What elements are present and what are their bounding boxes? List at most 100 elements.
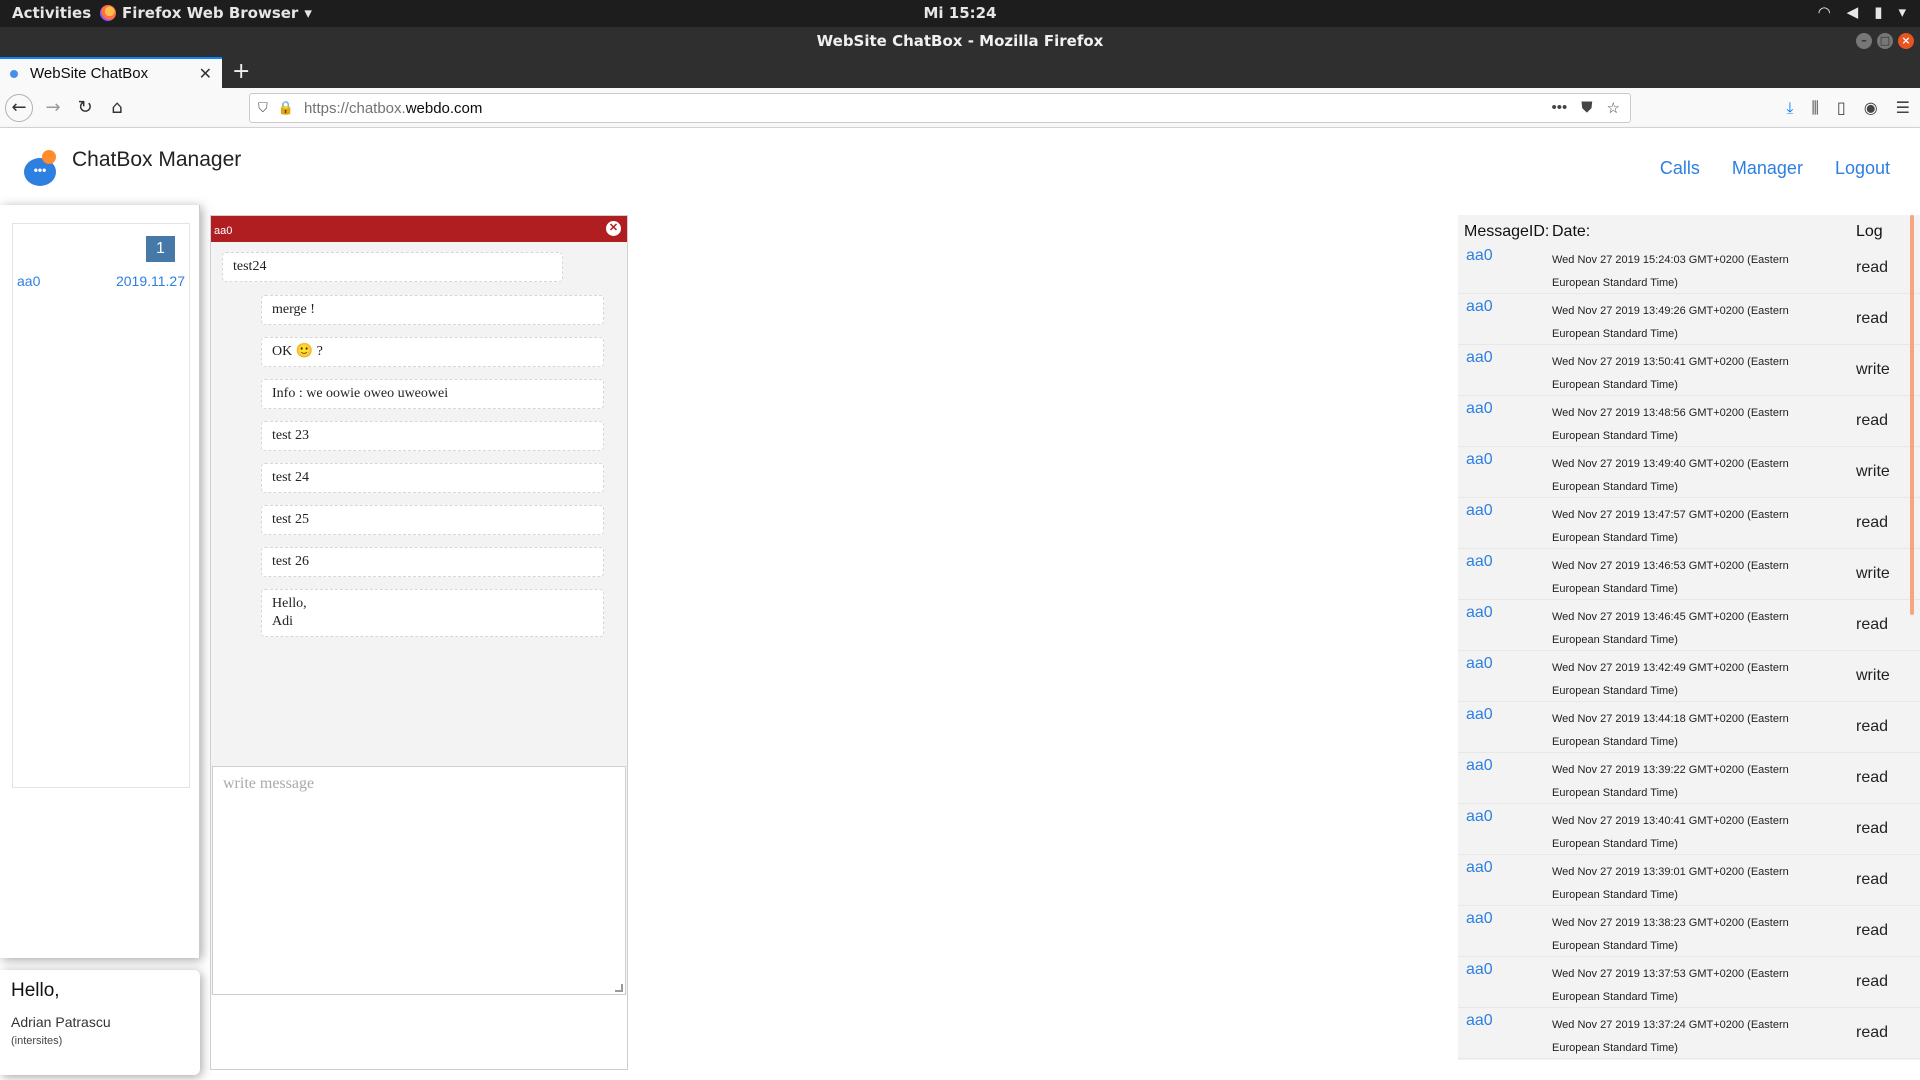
url-bar[interactable]: ⛉ 🔒 https://chatbox.webdo.com ••• ⛊ ☆: [249, 93, 1631, 123]
table-row[interactable]: aa0 Wed Nov 27 2019 13:44:18 GMT+0200 (Ea…: [1458, 702, 1920, 753]
log-type: read: [1856, 259, 1889, 276]
message-date: Wed Nov 27 2019 13:37:53 GMT+0200 (Easte…: [1552, 968, 1789, 1003]
user-greeting: Hello,: [11, 980, 60, 1001]
log-header-row: MessageID: Date: Log: [1458, 215, 1920, 245]
table-row[interactable]: aa0 Wed Nov 27 2019 13:50:41 GMT+0200 (Ea…: [1458, 345, 1920, 396]
table-row[interactable]: aa0 Wed Nov 27 2019 13:40:41 GMT+0200 (Ea…: [1458, 804, 1920, 855]
table-row[interactable]: aa0 Wed Nov 27 2019 13:42:49 GMT+0200 (Ea…: [1458, 651, 1920, 702]
message-id-link[interactable]: aa0: [1466, 451, 1493, 469]
log-type: read: [1856, 616, 1889, 633]
chat-footer: [211, 995, 627, 1069]
message-bubble: test 23: [261, 421, 604, 451]
app-header: ••• ChatBox Manager Calls Manager Logout: [0, 128, 1920, 205]
table-row[interactable]: aa0 Wed Nov 27 2019 13:38:23 GMT+0200 (Ea…: [1458, 906, 1920, 957]
log-type: read: [1856, 973, 1889, 990]
close-icon[interactable]: ✕: [606, 221, 621, 236]
message-id-link[interactable]: aa0: [1466, 910, 1493, 928]
browser-tab[interactable]: WebSite ChatBox ✕: [0, 57, 222, 88]
message-id-link[interactable]: aa0: [1466, 247, 1493, 265]
message-id-link[interactable]: aa0: [1466, 298, 1493, 316]
bookmark-star-icon[interactable]: ☆: [1607, 99, 1620, 117]
contacts-list: 1 aa0 2019.11.27: [12, 223, 190, 788]
message-date: Wed Nov 27 2019 13:39:01 GMT+0200 (Easte…: [1552, 866, 1789, 901]
log-type: read: [1856, 871, 1889, 888]
table-row[interactable]: aa0 Wed Nov 27 2019 13:37:24 GMT+0200 (Ea…: [1458, 1008, 1920, 1059]
message-date: Wed Nov 27 2019 15:24:03 GMT+0200 (Easte…: [1552, 254, 1789, 289]
url-text[interactable]: https://chatbox.webdo.com: [304, 100, 1552, 117]
message-id-link[interactable]: aa0: [1466, 1012, 1493, 1030]
lock-icon[interactable]: 🔒: [278, 100, 294, 116]
close-window-button[interactable]: ×: [1898, 33, 1914, 49]
message-input[interactable]: write message: [212, 766, 626, 995]
message-id-link[interactable]: aa0: [1466, 757, 1493, 775]
log-type: read: [1856, 718, 1889, 735]
table-row[interactable]: aa0 Wed Nov 27 2019 13:46:45 GMT+0200 (Ea…: [1458, 600, 1920, 651]
table-row[interactable]: aa0 Wed Nov 27 2019 13:39:01 GMT+0200 (Ea…: [1458, 855, 1920, 906]
home-icon[interactable]: ⌂: [103, 94, 131, 122]
contact-item[interactable]: aa0 2019.11.27: [17, 273, 185, 289]
system-tray[interactable]: ◠ ◀ ▮ ▾: [1818, 3, 1906, 21]
message-id-link[interactable]: aa0: [1466, 349, 1493, 367]
pocket-icon[interactable]: ⛊: [1581, 99, 1592, 117]
page-actions-icon[interactable]: •••: [1552, 99, 1568, 117]
message-date: Wed Nov 27 2019 13:50:41 GMT+0200 (Easte…: [1552, 356, 1789, 391]
scrollbar[interactable]: [1910, 215, 1914, 615]
table-row[interactable]: aa0 Wed Nov 27 2019 13:46:53 GMT+0200 (Ea…: [1458, 549, 1920, 600]
main-content: 1 aa0 2019.11.27 Hello, Adrian Patrascu …: [0, 205, 1920, 1080]
table-row[interactable]: aa0 Wed Nov 27 2019 13:47:57 GMT+0200 (Ea…: [1458, 498, 1920, 549]
new-tab-button[interactable]: +: [232, 59, 250, 84]
message-bubble: Info : we oowie oweo uweowei: [261, 379, 604, 409]
message-bubble: test 24: [261, 463, 604, 493]
message-id-link[interactable]: aa0: [1466, 604, 1493, 622]
reload-icon[interactable]: ↻: [71, 94, 99, 122]
table-row[interactable]: aa0 Wed Nov 27 2019 13:49:26 GMT+0200 (Ea…: [1458, 294, 1920, 345]
minimize-button[interactable]: –: [1856, 33, 1872, 49]
system-clock[interactable]: Mi 15:24: [0, 4, 1920, 22]
message-id-link[interactable]: aa0: [1466, 961, 1493, 979]
message-date: Wed Nov 27 2019 13:44:18 GMT+0200 (Easte…: [1552, 713, 1789, 748]
table-row[interactable]: aa0 Wed Nov 27 2019 13:39:22 GMT+0200 (Ea…: [1458, 753, 1920, 804]
library-icon[interactable]: ⫼: [1812, 98, 1819, 118]
message-date: Wed Nov 27 2019 13:46:45 GMT+0200 (Easte…: [1552, 611, 1789, 646]
forward-icon[interactable]: →: [39, 94, 67, 122]
contact-name: aa0: [17, 273, 41, 289]
close-tab-icon[interactable]: ✕: [199, 64, 212, 84]
nav-calls-link[interactable]: Calls: [1660, 158, 1700, 179]
table-row[interactable]: aa0 Wed Nov 27 2019 13:48:56 GMT+0200 (Ea…: [1458, 396, 1920, 447]
table-row[interactable]: aa0 Wed Nov 27 2019 13:49:40 GMT+0200 (Ea…: [1458, 447, 1920, 498]
nav-logout-link[interactable]: Logout: [1835, 158, 1890, 179]
tab-strip: WebSite ChatBox ✕ +: [0, 57, 1920, 88]
shield-icon[interactable]: ⛉: [258, 100, 268, 116]
download-icon[interactable]: ⤓: [1786, 98, 1793, 118]
sidebar-icon[interactable]: ▯: [1837, 98, 1846, 118]
chatbox-logo-icon[interactable]: •••: [22, 150, 58, 186]
table-row[interactable]: aa0 Wed Nov 27 2019 15:24:03 GMT+0200 (Ea…: [1458, 243, 1920, 294]
message-id-link[interactable]: aa0: [1466, 655, 1493, 673]
battery-icon: ▮: [1874, 3, 1883, 21]
log-type: read: [1856, 514, 1889, 531]
message-id-link[interactable]: aa0: [1466, 808, 1493, 826]
maximize-button[interactable]: □: [1877, 33, 1893, 49]
window-title: WebSite ChatBox - Mozilla Firefox: [816, 32, 1104, 50]
message-id-link[interactable]: aa0: [1466, 553, 1493, 571]
resize-handle[interactable]: [615, 984, 623, 992]
account-icon[interactable]: ◉: [1864, 98, 1878, 118]
user-name: Adrian Patrascu: [11, 1014, 111, 1030]
menu-icon[interactable]: ☰: [1896, 98, 1910, 118]
tab-title: WebSite ChatBox: [30, 65, 149, 82]
table-row[interactable]: aa0 Wed Nov 27 2019 13:37:53 GMT+0200 (Ea…: [1458, 957, 1920, 1008]
message-id-link[interactable]: aa0: [1466, 859, 1493, 877]
log-type: write: [1856, 361, 1890, 378]
nav-manager-link[interactable]: Manager: [1732, 158, 1803, 179]
app-title: ChatBox Manager: [72, 148, 242, 171]
message-id-link[interactable]: aa0: [1466, 706, 1493, 724]
url-prefix: https://chatbox.: [303, 99, 406, 117]
user-card: Hello, Adrian Patrascu (intersites): [0, 970, 200, 1075]
back-icon[interactable]: ←: [5, 94, 33, 122]
window-title-bar: WebSite ChatBox - Mozilla Firefox – □ ×: [0, 27, 1920, 57]
contacts-sidebar: 1 aa0 2019.11.27: [0, 205, 200, 958]
message-id-link[interactable]: aa0: [1466, 502, 1493, 520]
message-bubble: Hello, Adi: [261, 589, 604, 637]
message-date: Wed Nov 27 2019 13:47:57 GMT+0200 (Easte…: [1552, 509, 1789, 544]
message-id-link[interactable]: aa0: [1466, 400, 1493, 418]
